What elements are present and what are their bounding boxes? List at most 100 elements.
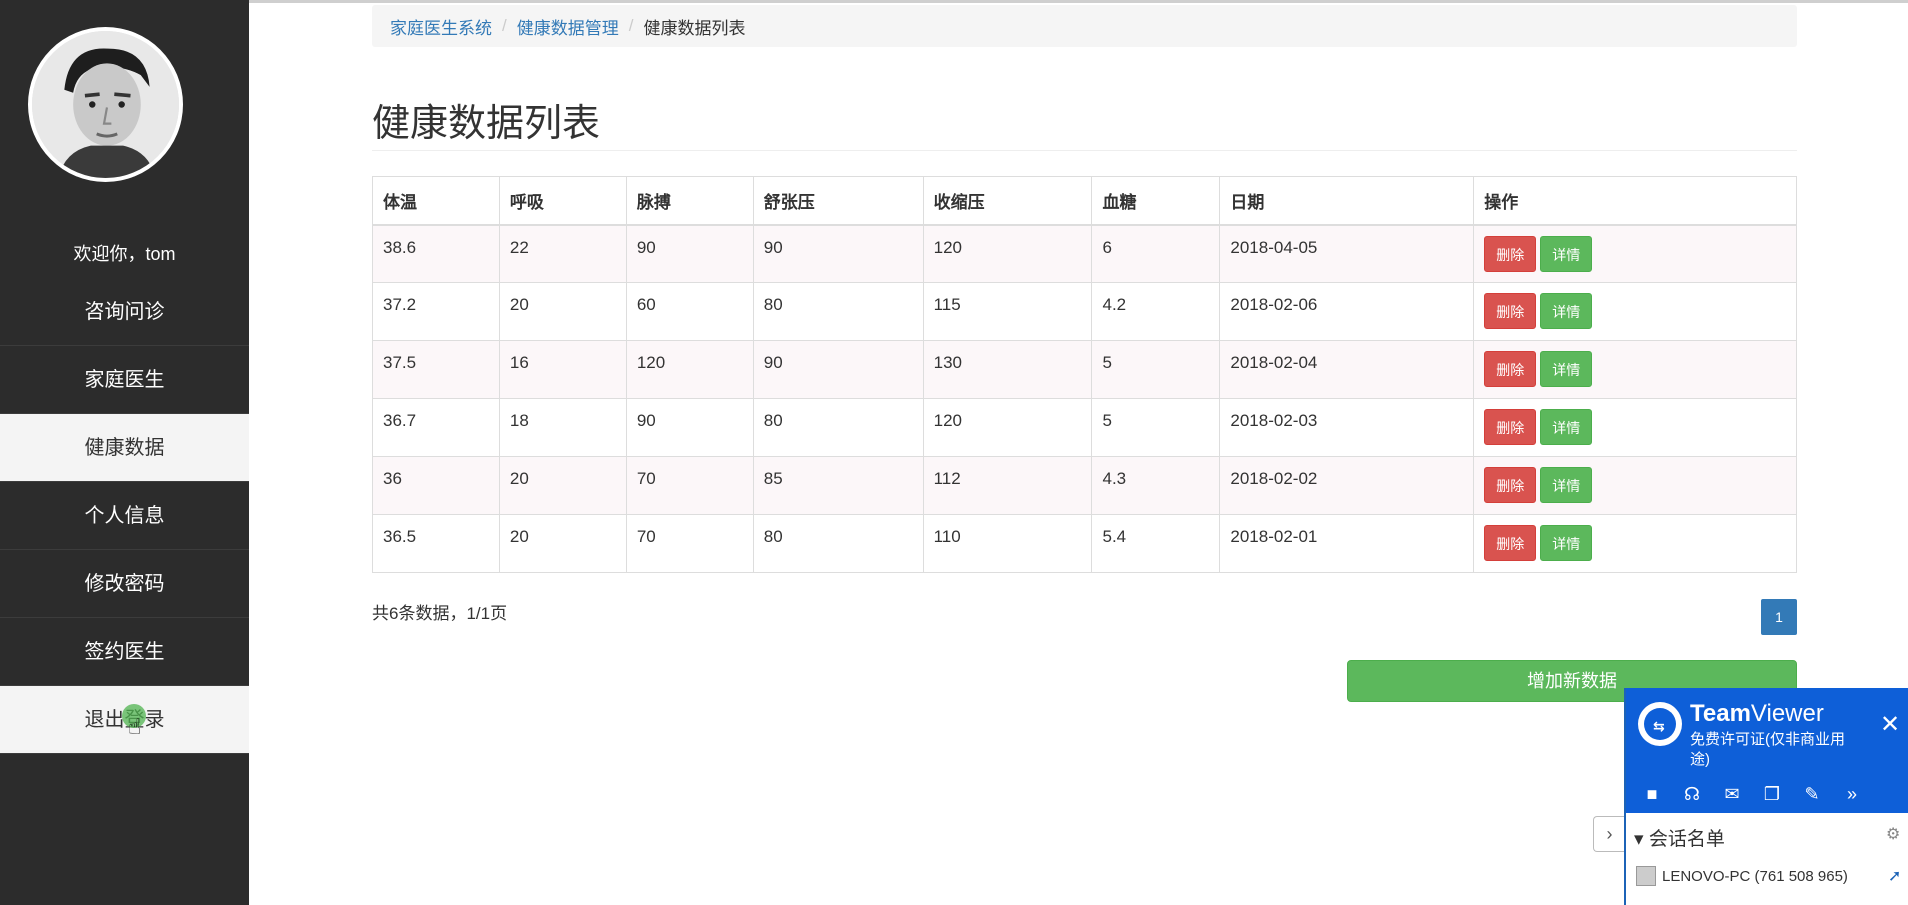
table-cell: 90	[752, 340, 924, 399]
table-cell: 37.2	[372, 282, 500, 341]
actions-cell: 删除 详情	[1473, 398, 1797, 457]
sidebar-nav: 咨询问诊 家庭医生 健康数据 个人信息 修改密码 签约医生 退出登录 ☝	[0, 278, 249, 754]
hand-cursor-icon: ☝	[128, 714, 142, 739]
table-cell: 36.5	[372, 514, 500, 573]
teamviewer-expand-tab[interactable]: ›	[1593, 816, 1625, 852]
breadcrumb-link-health-management[interactable]: 健康数据管理	[517, 14, 619, 39]
table-cell: 70	[625, 456, 754, 515]
breadcrumb: 家庭医生系统 / 健康数据管理 / 健康数据列表	[372, 5, 1797, 47]
detail-button[interactable]: 详情	[1540, 235, 1593, 272]
table-cell: 120	[922, 224, 1093, 283]
table-cell: 16	[498, 340, 627, 399]
table-cell: 20	[498, 456, 627, 515]
table-row: 36.7 18 90 80 120 5 2018-02-03 删除 详情	[372, 398, 1797, 457]
table-cell: 80	[752, 282, 924, 341]
column-header: 脉搏	[625, 176, 754, 226]
table-cell: 2018-02-04	[1219, 340, 1475, 399]
table-cell: 5.4	[1091, 514, 1221, 573]
table-cell: 120	[922, 398, 1093, 457]
gear-icon[interactable]: ⚙	[1886, 824, 1900, 844]
sidebar: 欢迎你，tom 咨询问诊 家庭医生 健康数据 个人信息 修改密码 签约医生 退出…	[0, 0, 249, 905]
teamviewer-panel: ⇆ TeamViewer 免费许可证(仅非商业用途) ✕ ■ ☊ ✉ ❐ ✎ »…	[1624, 688, 1908, 905]
avatar-portrait-icon	[32, 31, 179, 178]
delete-button[interactable]: 删除	[1484, 351, 1537, 387]
table-cell: 2018-02-01	[1219, 514, 1475, 573]
table-row: 36 20 70 85 112 4.3 2018-02-02 删除 详情	[372, 456, 1797, 515]
table-cell: 4.2	[1091, 282, 1221, 341]
table-header-row: 体温 呼吸 脉搏 舒张压 收缩压 血糖 日期 操作	[372, 176, 1797, 226]
chat-icon[interactable]: ✉	[1712, 784, 1752, 805]
table-cell: 90	[625, 224, 754, 283]
column-header: 血糖	[1091, 176, 1221, 226]
table-row: 37.2 20 60 80 115 4.2 2018-02-06 删除 详情	[372, 282, 1797, 341]
table-cell: 36	[372, 456, 500, 515]
detail-button[interactable]: 详情	[1540, 525, 1593, 561]
page-title: 健康数据列表	[372, 103, 601, 145]
delete-button[interactable]: 删除	[1484, 293, 1537, 329]
table-cell: 22	[498, 224, 627, 283]
session-list-item[interactable]: LENOVO-PC (761 508 965)	[1636, 866, 1848, 886]
table-cell: 5	[1091, 398, 1221, 457]
delete-button[interactable]: 删除	[1484, 409, 1537, 445]
health-data-table: 体温 呼吸 脉搏 舒张压 收缩压 血糖 日期 操作 38.6 22 90 90 120 6…	[372, 176, 1797, 573]
table-cell: 70	[625, 514, 754, 573]
column-header: 呼吸	[498, 176, 627, 226]
teamviewer-header: ⇆ TeamViewer 免费许可证(仅非商业用途) ✕ ■ ☊ ✉ ❐ ✎ »	[1626, 688, 1908, 813]
table-cell: 80	[752, 514, 924, 573]
files-icon[interactable]: ❐	[1752, 784, 1792, 805]
sidebar-item-family-doctor[interactable]: 家庭医生	[0, 346, 249, 414]
delete-button[interactable]: 删除	[1484, 525, 1537, 561]
title-divider	[372, 150, 1797, 151]
column-header: 体温	[372, 176, 500, 226]
sidebar-item-change-password[interactable]: 修改密码	[0, 550, 249, 618]
delete-button[interactable]: 删除	[1484, 235, 1537, 272]
table-cell: 90	[625, 398, 754, 457]
avatar	[28, 27, 183, 182]
table-cell: 115	[922, 282, 1093, 341]
cursor-arrow-icon: ➚	[1888, 868, 1902, 885]
table-cell: 112	[922, 456, 1093, 515]
table-cell: 5	[1091, 340, 1221, 399]
detail-button[interactable]: 详情	[1540, 467, 1593, 503]
sidebar-item-contract-doctor[interactable]: 签约医生	[0, 618, 249, 686]
pagination-summary: 共6条数据，1/1页	[372, 604, 508, 623]
breadcrumb-link-system[interactable]: 家庭医生系统	[390, 14, 492, 39]
actions-cell: 删除 详情	[1473, 456, 1797, 515]
teamviewer-license: 免费许可证(仅非商业用途)	[1690, 731, 1845, 768]
sidebar-item-logout[interactable]: 退出登录 ☝	[0, 686, 249, 754]
sidebar-item-consultation[interactable]: 咨询问诊	[0, 278, 249, 346]
table-row: 36.5 20 70 80 110 5.4 2018-02-01 删除 详情	[372, 514, 1797, 573]
more-icon[interactable]: »	[1832, 784, 1872, 805]
table-row: 37.5 16 120 90 130 5 2018-02-04 删除 详情	[372, 340, 1797, 399]
detail-button[interactable]: 详情	[1540, 409, 1593, 445]
table-cell: 120	[625, 340, 754, 399]
table-cell: 18	[498, 398, 627, 457]
actions-cell: 删除 详情	[1473, 282, 1797, 341]
table-body: 38.6 22 90 90 120 6 2018-04-05 删除 详情 37.2 20 60 80 11…	[372, 224, 1797, 573]
welcome-text: 欢迎你，tom	[73, 244, 176, 264]
table-cell: 85	[752, 456, 924, 515]
tools-icon[interactable]: ✎	[1792, 784, 1832, 805]
table-cell: 110	[922, 514, 1093, 573]
column-header: 舒张压	[752, 176, 924, 226]
pagination-page-1[interactable]: 1	[1761, 599, 1797, 635]
delete-button[interactable]: 删除	[1484, 467, 1537, 503]
table-cell: 130	[922, 340, 1093, 399]
close-icon[interactable]: ✕	[1880, 710, 1900, 739]
detail-button[interactable]: 详情	[1540, 351, 1593, 387]
teamviewer-logo-icon: ⇆	[1638, 702, 1682, 746]
table-cell: 20	[498, 282, 627, 341]
table-cell: 2018-02-02	[1219, 456, 1475, 515]
table-cell: 37.5	[372, 340, 500, 399]
table-cell: 4.3	[1091, 456, 1221, 515]
column-header: 操作	[1473, 176, 1797, 226]
headset-icon[interactable]: ☊	[1672, 784, 1712, 805]
sidebar-item-personal-info[interactable]: 个人信息	[0, 482, 249, 550]
session-list-header[interactable]: ▾ 会话名单	[1634, 824, 1725, 851]
table-cell: 60	[625, 282, 754, 341]
table-cell: 38.6	[372, 224, 500, 283]
sidebar-item-health-data[interactable]: 健康数据	[0, 414, 249, 482]
detail-button[interactable]: 详情	[1540, 293, 1593, 329]
video-icon[interactable]: ■	[1632, 784, 1672, 805]
table-cell: 6	[1091, 224, 1221, 283]
